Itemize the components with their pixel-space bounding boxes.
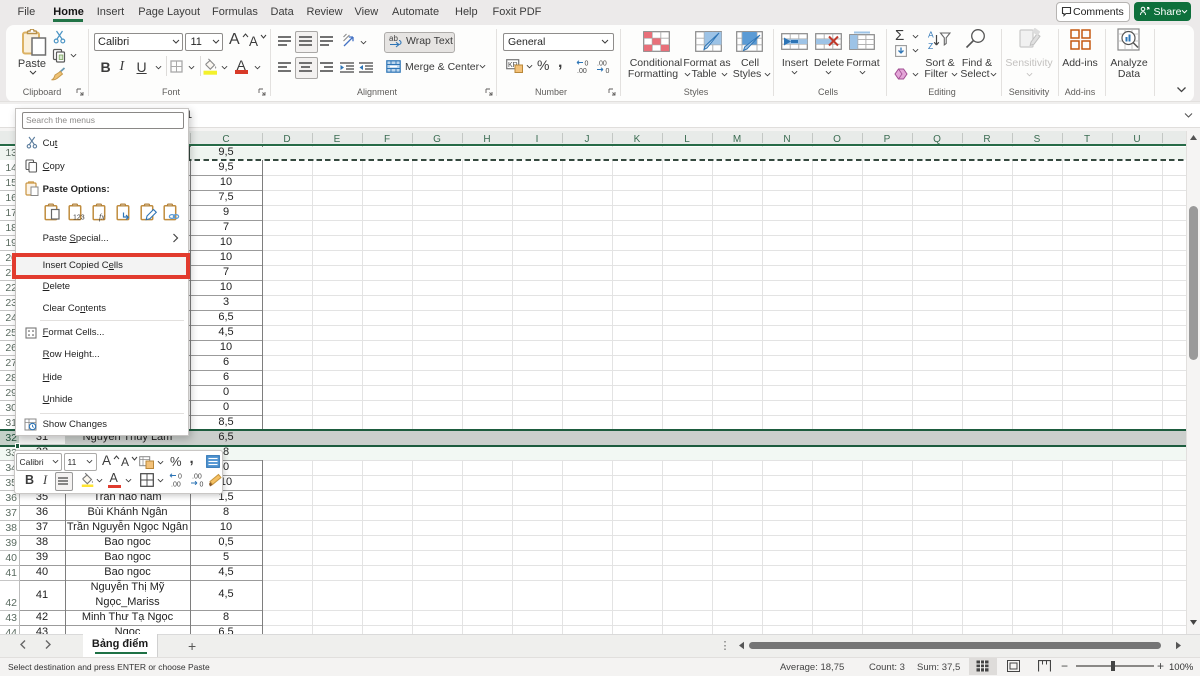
svg-text:123: 123 [73,215,85,222]
svg-text:.00: .00 [171,482,181,488]
svg-text:.00: .00 [597,61,607,68]
svg-text:A: A [928,30,934,40]
svg-text:.00: .00 [192,474,202,481]
svg-text:ab: ab [389,34,398,43]
svg-text:0: 0 [178,474,182,481]
svg-text:Z: Z [928,41,933,51]
svg-text:0: 0 [585,61,589,68]
svg-text:.00: .00 [577,68,587,73]
svg-text:0: 0 [606,68,610,73]
svg-text:0: 0 [200,482,204,488]
svg-text:fx: fx [99,213,105,222]
